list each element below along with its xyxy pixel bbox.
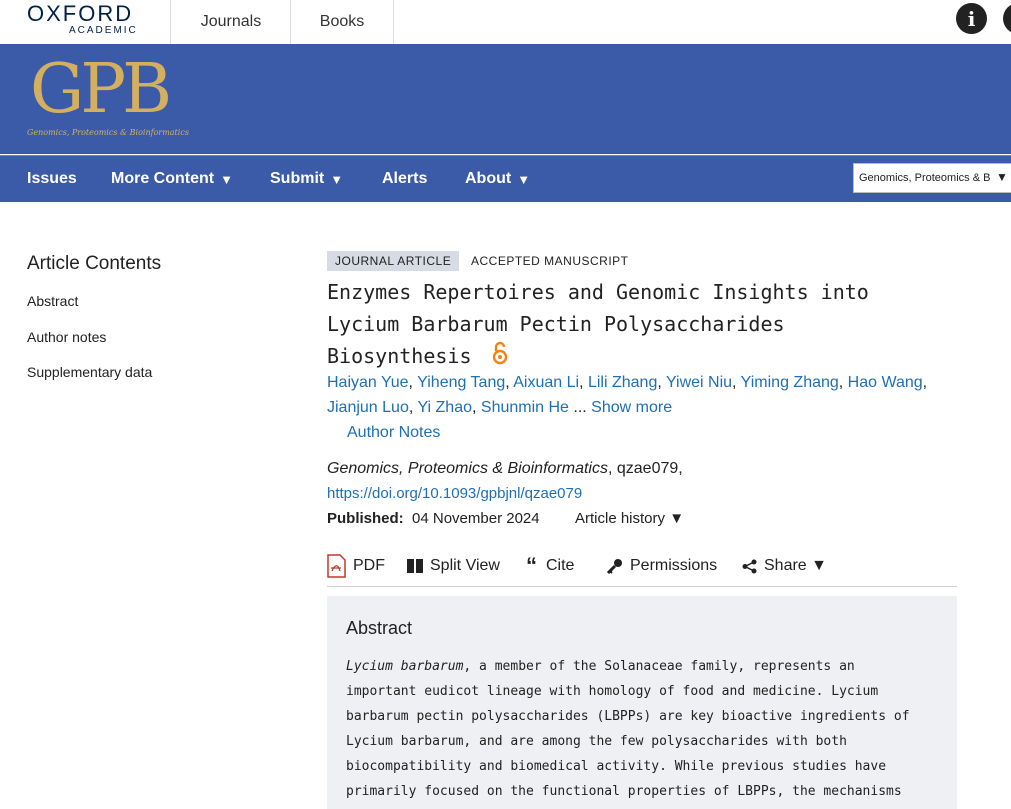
chevron-down-icon: ▼ (996, 170, 1008, 184)
author-notes-link[interactable]: Author Notes (347, 424, 440, 442)
abstract-line: Lycium barbarum, and are among the few p… (346, 734, 847, 749)
author-list-line-2: Jianjun Luo, Yi Zhao, Shunmin He ... Sho… (327, 399, 673, 416)
journal-name: Genomics, Proteomics & Bioinformatics (327, 460, 608, 477)
article-toolbar: PDF Split View “ Cite Permissions Share … (327, 552, 957, 587)
abstract-line: important eudicot lineage with homology … (346, 684, 879, 699)
nav-submit[interactable]: Submit ▼ (270, 156, 343, 202)
author-link[interactable]: Jianjun Luo (327, 399, 409, 416)
article-type-tag: JOURNAL ARTICLE (327, 251, 460, 271)
nav-about[interactable]: About ▼ (465, 156, 530, 202)
article-title-line-3: Biosynthesis (327, 344, 472, 368)
abstract-line: biocompatibility and biomedical activity… (346, 759, 887, 774)
cite-button[interactable]: “ Cite (526, 552, 574, 580)
chevron-down-icon: ▼ (669, 510, 685, 527)
nav-more-content[interactable]: More Content ▼ (111, 156, 233, 202)
author-link[interactable]: Aixuan Li (513, 374, 579, 391)
author-link[interactable]: Yiwei Niu (666, 374, 732, 391)
top-nav-journals[interactable]: Journals (170, 0, 291, 44)
chevron-down-icon: ▼ (811, 557, 827, 574)
academic-wordmark: ACADEMIC (69, 25, 138, 36)
article-status-tag: ACCEPTED MANUSCRIPT (471, 254, 629, 268)
gpb-logo[interactable]: GPB (30, 56, 172, 124)
article-title-line-1: Enzymes Repertoires and Genomic Insights… (327, 280, 869, 304)
abstract-line: Lycium barbarum, a member of the Solanac… (346, 659, 855, 674)
quote-icon: “ (526, 553, 537, 578)
citation-line: Genomics, Proteomics & Bioinformatics, q… (327, 460, 683, 478)
abstract-section: Abstract Lycium barbarum, a member of th… (327, 596, 957, 809)
oxford-academic-logo[interactable]: OXFORD ACADEMIC (27, 1, 136, 37)
oxford-wordmark: OXFORD (27, 1, 134, 26)
top-nav-books[interactable]: Books (290, 0, 394, 44)
key-icon (607, 559, 622, 574)
sidebar-item-abstract[interactable]: Abstract (27, 293, 78, 309)
top-bar: OXFORD ACADEMIC Journals Books i (0, 0, 1011, 45)
nav-alerts[interactable]: Alerts (382, 156, 427, 202)
pdf-icon (327, 554, 346, 578)
permissions-button[interactable]: Permissions (607, 552, 717, 580)
published-date: Published: 04 November 2024 (327, 510, 540, 527)
article-id: , qzae079, (607, 460, 683, 477)
journal-nav-bar: Issues More Content ▼ Submit ▼ Alerts Abou… (0, 155, 1011, 202)
journal-select[interactable]: Genomics, Proteomics & B ▼ (853, 163, 1011, 193)
split-view-icon (407, 559, 423, 573)
split-view-button[interactable]: Split View (407, 552, 500, 580)
gpb-logo-subtitle: Genomics, Proteomics & Bioinformatics (27, 128, 189, 137)
author-link[interactable]: Hao Wang (848, 374, 923, 391)
abstract-line: primarily focused on the functional prop… (346, 784, 902, 799)
show-more-link[interactable]: Show more (591, 399, 672, 416)
author-link[interactable]: Haiyan Yue (327, 374, 409, 391)
chevron-down-icon: ▼ (330, 171, 344, 187)
abstract-text: Lycium barbarum, a member of the Solanac… (346, 654, 946, 804)
info-icon[interactable]: i (956, 3, 987, 34)
chevron-down-icon: ▼ (220, 171, 233, 187)
author-list-line-1: Haiyan Yue, Yiheng Tang, Aixuan Li, Lili… (327, 374, 928, 391)
chevron-down-icon: ▼ (517, 171, 531, 187)
share-icon (742, 559, 757, 573)
author-link[interactable]: Yi Zhao (417, 399, 472, 416)
sidebar-item-author-notes[interactable]: Author notes (27, 329, 106, 345)
nav-issues[interactable]: Issues (27, 156, 77, 202)
author-link[interactable]: Shunmin He (481, 399, 569, 416)
abstract-line: barbarum pectin polysaccharides (LBPPs) … (346, 709, 910, 724)
author-link[interactable]: Yiheng Tang (417, 374, 505, 391)
sidebar-item-supplementary-data[interactable]: Supplementary data (27, 364, 152, 380)
pdf-button[interactable]: PDF (327, 552, 385, 580)
open-access-icon (491, 341, 509, 370)
abstract-heading: Abstract (346, 618, 413, 638)
author-link[interactable]: Yiming Zhang (741, 374, 839, 391)
article-contents-title: Article Contents (27, 253, 162, 274)
article-title-line-2: Lycium Barbarum Pectin Polysaccharides (327, 312, 785, 336)
article-history-toggle[interactable]: Article history ▼ (575, 510, 684, 527)
account-icon[interactable] (1003, 3, 1011, 34)
doi-link[interactable]: https://doi.org/10.1093/gpbjnl/qzae079 (327, 485, 582, 502)
share-button[interactable]: Share ▼ (742, 552, 827, 580)
journal-banner: GPB Genomics, Proteomics & Bioinformatic… (0, 44, 1011, 154)
author-link[interactable]: Lili Zhang (588, 374, 657, 391)
